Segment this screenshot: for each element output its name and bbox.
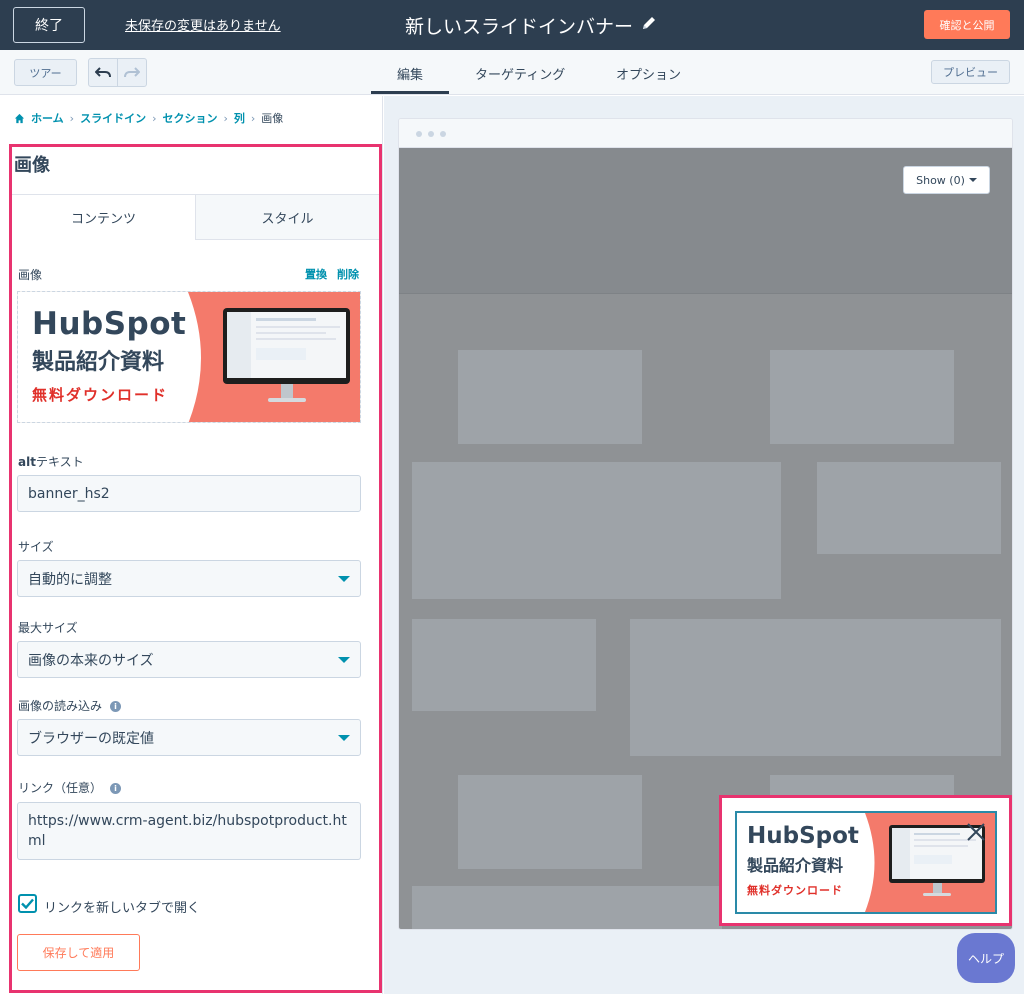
chevron-right-icon: › — [69, 111, 75, 125]
active-tab-indicator — [371, 91, 449, 94]
breadcrumb: ホーム › スライドイン › セクション › 列 › 画像 — [14, 110, 283, 126]
redo-icon — [124, 66, 141, 77]
breadcrumb-section[interactable]: セクション — [162, 110, 217, 126]
undo-redo-group — [88, 58, 147, 87]
content-placeholder — [458, 775, 642, 869]
tab-options[interactable]: オプション — [616, 64, 681, 83]
browser-dot — [440, 131, 446, 137]
home-icon — [14, 113, 25, 123]
breadcrumb-column[interactable]: 列 — [234, 110, 245, 126]
pencil-icon[interactable] — [641, 15, 657, 31]
show-button[interactable]: Show (0) — [903, 166, 990, 194]
breadcrumb-home[interactable]: ホーム — [31, 110, 64, 126]
undo-button[interactable] — [89, 59, 117, 86]
undo-icon — [95, 66, 112, 77]
redo-button[interactable] — [117, 59, 146, 86]
content-placeholder — [458, 350, 642, 444]
caret-down-icon — [968, 178, 977, 182]
chevron-right-icon: › — [223, 111, 228, 125]
hero-placeholder: Show (0) — [399, 148, 1012, 294]
content-placeholder — [412, 619, 596, 711]
slidein-banner[interactable]: HubSpot 製品紹介資料 無料ダウンロード — [735, 811, 997, 914]
exit-button[interactable]: 終了 — [13, 7, 85, 43]
browser-bar — [399, 119, 1012, 148]
breadcrumb-slidein[interactable]: スライドイン — [80, 110, 146, 126]
content-placeholder — [770, 350, 954, 444]
panel-highlight-frame — [9, 144, 382, 993]
tab-targeting[interactable]: ターゲティング — [475, 64, 565, 83]
slidein-subtitle: 製品紹介資料 — [747, 856, 844, 875]
unsaved-changes-link[interactable]: 未保存の変更はありません — [125, 15, 281, 34]
browser-dot — [416, 131, 422, 137]
page-title: 新しいスライドインバナー — [405, 16, 634, 38]
review-and-publish-button[interactable]: 確認と公開 — [924, 10, 1010, 39]
help-button[interactable]: ヘルプ — [957, 933, 1015, 983]
close-icon[interactable] — [966, 822, 986, 842]
chevron-right-icon: › — [152, 111, 157, 125]
content-placeholder — [630, 619, 1001, 756]
tour-button[interactable]: ツアー — [14, 59, 77, 86]
browser-dot — [428, 131, 434, 137]
content-placeholder — [412, 462, 781, 599]
top-bar: 終了 未保存の変更はありません 新しいスライドインバナー 確認と公開 — [0, 0, 1024, 50]
content-placeholder — [817, 462, 1001, 554]
tab-edit[interactable]: 編集 — [397, 64, 423, 83]
content-placeholder — [412, 886, 722, 929]
chevron-right-icon: › — [250, 111, 256, 125]
slidein-cta: 無料ダウンロード — [747, 884, 843, 897]
breadcrumb-image: 画像 — [261, 112, 284, 125]
preview-button[interactable]: プレビュー — [931, 60, 1010, 84]
toolbar: ツアー 編集 ターゲティング オプション プレビュー — [0, 50, 1024, 95]
slidein-brand: HubSpot — [747, 823, 859, 849]
